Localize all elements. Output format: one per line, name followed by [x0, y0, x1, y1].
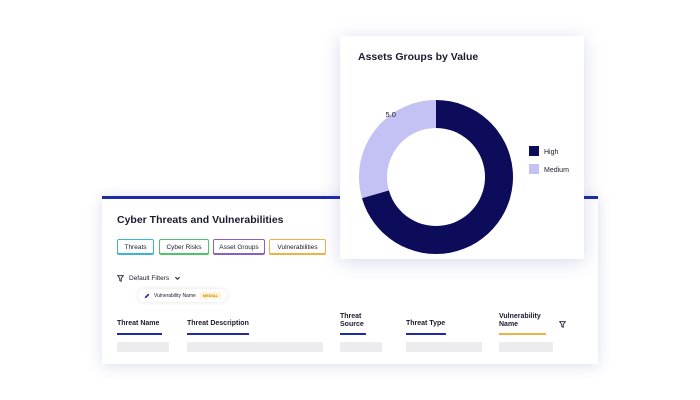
pencil-icon [144, 293, 150, 298]
default-filters-toggle[interactable]: Default Filters [117, 275, 181, 282]
donut-label-medium: 5.0 [386, 110, 396, 119]
donut-slice-medium[interactable] [359, 100, 436, 199]
column-threat-source-underline [340, 333, 366, 335]
chevron-down-icon [175, 276, 181, 280]
tab-asset-groups[interactable]: Asset Groups [213, 239, 265, 254]
column-vulnerability-name-underline [499, 333, 546, 335]
row-placeholder-threat-source [340, 342, 382, 352]
row-placeholder-vulnerability-name [499, 342, 553, 352]
filter-icon [117, 275, 124, 282]
assets-groups-chart-card: Assets Groups by Value 12.0 5.0 High Medium [340, 36, 584, 259]
legend-label-medium[interactable]: Medium [544, 167, 569, 174]
column-threat-description[interactable]: Threat Description [187, 320, 249, 328]
threats-title: Cyber Threats and Vulnerabilities [117, 214, 284, 226]
column-threat-type-underline [406, 333, 446, 335]
legend-swatch-medium [529, 164, 539, 174]
legend-swatch-high [529, 146, 539, 156]
filter-chip-badge: MEDIAL [199, 292, 222, 299]
default-filters-label: Default Filters [129, 275, 170, 282]
column-vulnerability-name[interactable]: Vulnerability Name [499, 313, 549, 329]
vulnerability-name-filter-chip[interactable]: Vulnerability Name MEDIAL [138, 289, 228, 302]
tab-cyber-risks[interactable]: Cyber Risks [159, 239, 209, 254]
column-threat-name[interactable]: Threat Name [117, 320, 159, 328]
column-threat-type[interactable]: Threat Type [406, 320, 445, 328]
row-placeholder-threat-type [406, 342, 482, 352]
donut-label-high: 12.0 [485, 241, 500, 250]
filter-chip-label: Vulnerability Name [154, 292, 196, 299]
tab-threats[interactable]: Threats [117, 239, 154, 254]
column-threat-source[interactable]: Threat Source [340, 313, 374, 329]
column-threat-description-underline [187, 333, 249, 335]
row-placeholder-threat-name [117, 342, 169, 352]
tab-vulnerabilities[interactable]: Vulnerabilities [269, 239, 326, 254]
legend-label-high[interactable]: High [544, 149, 559, 156]
column-filter-icon[interactable] [559, 321, 566, 328]
row-placeholder-threat-description [187, 342, 323, 352]
donut-chart: 12.0 5.0 High Medium [359, 100, 569, 254]
column-threat-name-underline [117, 333, 162, 335]
